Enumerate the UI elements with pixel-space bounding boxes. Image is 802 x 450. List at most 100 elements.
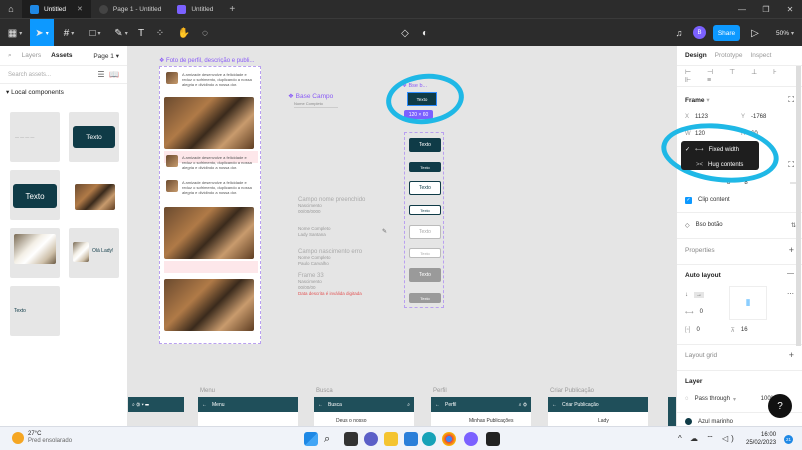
figma-app-icon[interactable]: [486, 432, 500, 446]
frame-tool-icon[interactable]: # ▾: [58, 19, 80, 47]
present-icon[interactable]: ▷: [748, 19, 762, 47]
add-property-icon[interactable]: +: [789, 245, 794, 255]
button-variants-frame[interactable]: Texto Texto Texto Texto Texto Texto Text…: [404, 132, 444, 308]
contrast-icon[interactable]: ◐: [418, 19, 432, 47]
bottom-frame-header[interactable]: ← Busca ⌕: [314, 397, 414, 412]
chat-icon[interactable]: [364, 432, 378, 446]
properties-section[interactable]: Properties: [685, 247, 715, 254]
tab-untitled-2[interactable]: Untitled: [169, 0, 221, 18]
alignment-tools[interactable]: ⊢ ⊣ ⊤ ⊥ ⊦ ⊩ ≡: [685, 69, 796, 84]
component-thumb-button-large[interactable]: Texto: [10, 170, 60, 220]
chrome-icon[interactable]: [442, 432, 456, 446]
remove-auto-layout-icon[interactable]: —: [787, 270, 794, 277]
form-field-name[interactable]: Nome Completo Lady Santana: [298, 226, 331, 238]
dropdown-item-fixed-width[interactable]: ✓ ⟷ Fixed width: [681, 143, 759, 156]
variant-button[interactable]: Texto: [409, 225, 441, 239]
search-icon[interactable]: ⌕: [407, 402, 410, 408]
variant-button[interactable]: Texto: [409, 293, 441, 303]
clip-content-row[interactable]: ✓ Clip content: [685, 195, 796, 205]
maximize-icon[interactable]: ❐: [754, 0, 778, 18]
component-thumb-profile[interactable]: [10, 228, 60, 278]
component-thumb-button[interactable]: Texto: [69, 112, 119, 162]
form-field-filled[interactable]: Campo nome preenchido Nascimento 00/00/0…: [298, 197, 365, 215]
tab-design[interactable]: Design: [685, 52, 707, 59]
constraints-icon[interactable]: ⛶: [788, 160, 794, 170]
frame-section[interactable]: Frame ▾: [685, 96, 710, 104]
component-row[interactable]: ◇ Bso botão ⇅: [685, 220, 796, 230]
right-scrollbar[interactable]: [796, 66, 801, 346]
form-frame-33[interactable]: Frame 33 Nascimento 00/00/00 Data descri…: [298, 273, 362, 297]
zoom-menu[interactable]: 50% ▾: [772, 19, 798, 47]
comment-tool-icon[interactable]: ◌: [198, 19, 212, 47]
variant-button[interactable]: Texto: [409, 268, 441, 282]
bottom-frame-header[interactable]: ← Criar Publicação: [548, 397, 648, 412]
discord-icon[interactable]: [464, 432, 478, 446]
text-tool-icon[interactable]: T: [134, 19, 148, 47]
list-view-icon[interactable]: ☰ 📖: [97, 70, 119, 79]
new-tab-icon[interactable]: +: [221, 4, 243, 15]
share-button[interactable]: Share: [713, 25, 740, 41]
notification-badge[interactable]: 21: [784, 435, 793, 444]
variant-button[interactable]: Texto: [409, 205, 441, 215]
tab-page-1[interactable]: Page 1 - Untitled: [91, 0, 169, 18]
horizontal-direction-icon[interactable]: →: [694, 292, 704, 298]
system-tray[interactable]: ^ ☁ ⌔ ◁): [678, 434, 737, 444]
bottom-frame-header[interactable]: ← Menu: [198, 397, 298, 412]
more-icon[interactable]: ⋯: [787, 290, 794, 298]
frame-label-menu[interactable]: Menu: [200, 388, 215, 394]
close-window-icon[interactable]: ✕: [778, 0, 802, 18]
main-menu-icon[interactable]: ▦ ▾: [4, 19, 26, 47]
layout-grid-section[interactable]: Layout grid: [685, 352, 717, 359]
frame-label-perfil[interactable]: Perfil: [433, 388, 447, 394]
help-button[interactable]: ?: [768, 394, 792, 418]
x-input[interactable]: 1123: [695, 114, 741, 120]
search-icon[interactable]: ⌕: [8, 52, 12, 60]
vertical-direction-icon[interactable]: ↓: [685, 292, 688, 298]
clock[interactable]: 16:00 25/02/2023: [746, 431, 776, 447]
component-thumb-field[interactable]: — — — —: [10, 112, 60, 162]
assets-search[interactable]: Search assets... ☰ 📖: [0, 66, 127, 84]
settings-icon[interactable]: ⌕ ⚙: [519, 402, 527, 408]
edge-icon[interactable]: [422, 432, 436, 446]
base-campo-label[interactable]: ❖ Base Campo: [288, 92, 333, 100]
windows-start-icon[interactable]: [304, 432, 318, 446]
form-field-error[interactable]: Campo nascimento erro Nome Completo Paul…: [298, 249, 362, 267]
fill-row[interactable]: Azul marinho: [685, 417, 796, 426]
variant-button[interactable]: Texto: [409, 138, 441, 152]
tab-layers[interactable]: Layers: [22, 52, 42, 59]
feed-frame[interactable]: A amizade desenvolve a felicidade e redu…: [159, 66, 261, 344]
task-view-icon[interactable]: [344, 432, 358, 446]
component-thumb-text[interactable]: Texto: [10, 286, 60, 336]
padding-v-input[interactable]: 16: [741, 327, 748, 333]
weather-widget[interactable]: 27°C Pred ensolarado: [12, 431, 72, 445]
frame-label-busca[interactable]: Busca: [316, 388, 333, 394]
component-icon[interactable]: ◇: [398, 19, 412, 47]
bottom-frame-header[interactable]: ⌕ ⚙ ▾ ☰: [128, 397, 184, 412]
local-components-header[interactable]: ▾ Local components: [0, 84, 127, 100]
file-explorer-icon[interactable]: [384, 432, 398, 446]
move-tool-icon[interactable]: ➤ ▾: [30, 19, 54, 47]
bottom-frame-header[interactable]: ← Perfil ⌕ ⚙: [431, 397, 531, 412]
close-icon[interactable]: ✕: [77, 5, 83, 13]
variant-button[interactable]: Texto: [409, 162, 441, 172]
tab-untitled-1[interactable]: Untitled ✕: [22, 0, 91, 18]
frame-title[interactable]: ❖ Foto de perfil, descrição e publi...: [159, 57, 254, 64]
y-input[interactable]: -1768: [751, 114, 766, 120]
padding-h-input[interactable]: 0: [696, 327, 730, 333]
resize-to-fit-icon[interactable]: ⛶: [788, 95, 794, 105]
mail-icon[interactable]: [404, 432, 418, 446]
layer-section[interactable]: Layer: [685, 378, 702, 385]
component-thumb-post[interactable]: [69, 170, 119, 220]
canvas[interactable]: ❖ Foto de perfil, descrição e publi... A…: [128, 46, 676, 426]
spacing-row[interactable]: ⟷ 0: [685, 307, 796, 317]
pen-tool-icon[interactable]: ✎ ▾: [110, 19, 132, 47]
component-thumb-greeting[interactable]: Olá Lady!: [69, 228, 119, 278]
shape-tool-icon[interactable]: □ ▾: [84, 19, 106, 47]
search-icon[interactable]: ⌕: [324, 432, 338, 446]
hand-tool-icon[interactable]: ✋: [177, 19, 191, 47]
edit-icon[interactable]: ✎: [382, 228, 387, 235]
tab-assets[interactable]: Assets: [51, 52, 72, 59]
avatar[interactable]: B: [693, 26, 706, 39]
resources-icon[interactable]: ⁘: [153, 19, 167, 47]
page-selector[interactable]: Page 1 ▾: [93, 52, 119, 60]
